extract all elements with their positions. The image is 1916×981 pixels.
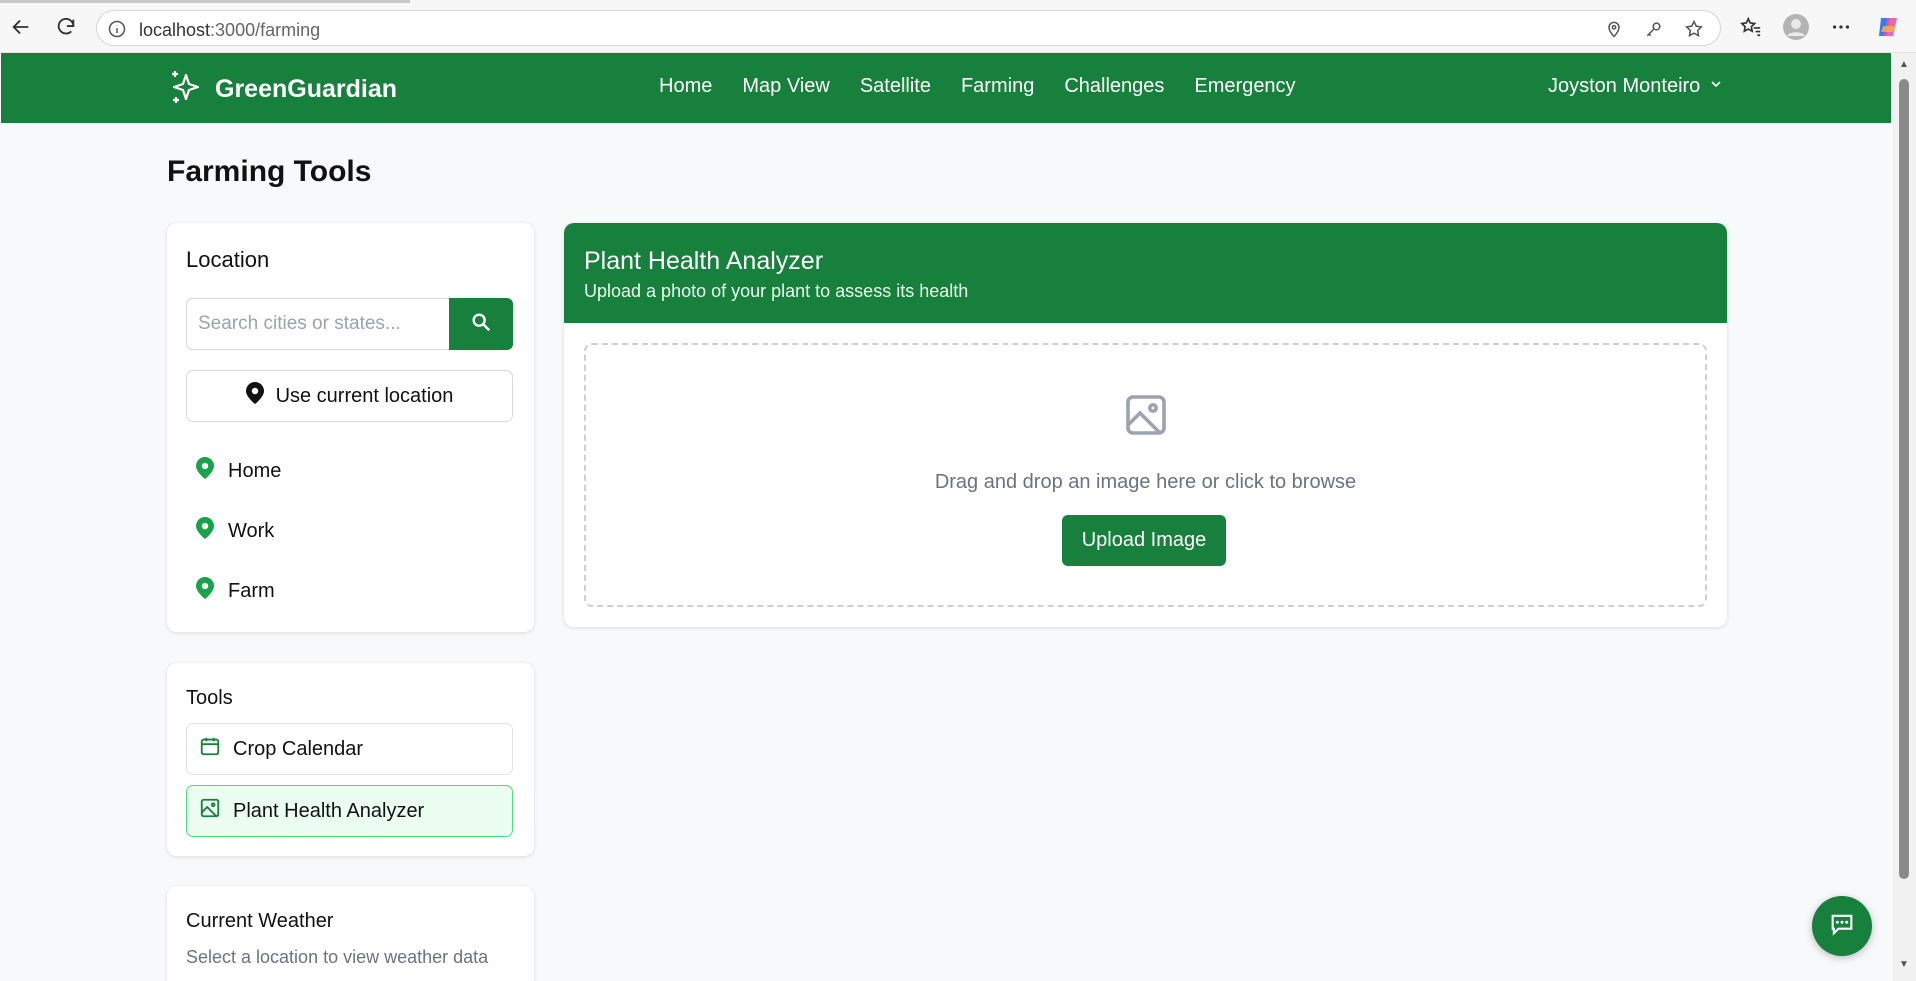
location-pin-icon[interactable] bbox=[1604, 19, 1624, 39]
more-options-icon[interactable] bbox=[1826, 12, 1856, 42]
location-search-input[interactable] bbox=[186, 298, 450, 350]
tools-heading: Tools bbox=[186, 687, 233, 709]
location-heading: Location bbox=[186, 247, 270, 272]
analyzer-subtitle: Upload a photo of your plant to assess i… bbox=[584, 281, 969, 301]
user-menu[interactable]: Joyston Monteiro bbox=[1548, 75, 1724, 98]
page-title: Farming Tools bbox=[167, 155, 372, 188]
map-pin-icon bbox=[196, 517, 214, 545]
chevron-down-icon bbox=[1708, 75, 1724, 98]
chat-button[interactable] bbox=[1812, 896, 1872, 956]
copilot-icon[interactable] bbox=[1873, 12, 1903, 42]
nav-emergency[interactable]: Emergency bbox=[1194, 75, 1295, 98]
plant-health-analyzer-panel: Plant Health Analyzer Upload a photo of … bbox=[564, 223, 1727, 627]
image-placeholder-icon bbox=[1122, 391, 1170, 444]
back-icon[interactable] bbox=[6, 12, 36, 42]
main-nav: Home Map View Satellite Farming Challeng… bbox=[659, 75, 1326, 98]
nav-satellite[interactable]: Satellite bbox=[860, 75, 931, 98]
brand-logo[interactable]: GreenGuardian bbox=[169, 69, 397, 110]
favorites-icon[interactable] bbox=[1736, 12, 1766, 42]
scroll-up-icon[interactable]: ▲ bbox=[1898, 59, 1910, 71]
map-pin-icon bbox=[245, 382, 264, 410]
tools-card: Tools Crop Calendar Plant Health Analyze… bbox=[167, 663, 534, 856]
saved-location-home[interactable]: Home bbox=[196, 457, 281, 485]
chat-icon bbox=[1828, 910, 1856, 943]
weather-heading: Current Weather bbox=[186, 910, 334, 932]
nav-challenges[interactable]: Challenges bbox=[1064, 75, 1164, 98]
image-icon bbox=[199, 797, 221, 825]
map-pin-icon bbox=[196, 577, 214, 605]
nav-map-view[interactable]: Map View bbox=[742, 75, 829, 98]
weather-message: Select a location to view weather data bbox=[186, 947, 489, 967]
calendar-icon bbox=[199, 735, 221, 763]
upload-image-button[interactable]: Upload Image bbox=[1062, 515, 1226, 566]
saved-location-work[interactable]: Work bbox=[196, 517, 274, 545]
page-scrollbar[interactable]: ▲ ▼ bbox=[1893, 53, 1916, 981]
app-header: GreenGuardian Home Map View Satellite Fa… bbox=[1, 53, 1891, 123]
weather-card: Current Weather Select a location to vie… bbox=[167, 886, 534, 981]
saved-location-label: Work bbox=[228, 519, 275, 542]
saved-location-label: Farm bbox=[228, 579, 275, 602]
image-dropzone[interactable]: Drag and drop an image here or click to … bbox=[584, 343, 1707, 607]
location-card: Location Use current location Home Work … bbox=[167, 223, 534, 632]
reload-icon[interactable] bbox=[51, 12, 81, 42]
brand-name: GreenGuardian bbox=[215, 75, 397, 103]
use-current-location-label: Use current location bbox=[275, 384, 454, 407]
location-search bbox=[186, 298, 513, 350]
use-current-location-button[interactable]: Use current location bbox=[186, 370, 513, 422]
address-bar[interactable]: localhost:3000/farming bbox=[96, 10, 1721, 46]
key-icon[interactable] bbox=[1644, 19, 1664, 39]
map-pin-icon bbox=[196, 457, 214, 485]
scroll-thumb[interactable] bbox=[1899, 79, 1909, 879]
nav-home[interactable]: Home bbox=[659, 75, 712, 98]
tool-label: Crop Calendar bbox=[233, 737, 364, 760]
profile-avatar-icon[interactable] bbox=[1781, 12, 1811, 42]
site-info-icon[interactable] bbox=[107, 19, 127, 39]
saved-location-label: Home bbox=[228, 459, 282, 482]
tool-crop-calendar[interactable]: Crop Calendar bbox=[186, 723, 513, 775]
favorite-star-icon[interactable] bbox=[1684, 19, 1704, 39]
nav-farming[interactable]: Farming bbox=[961, 75, 1034, 98]
url-text: localhost:3000/farming bbox=[139, 20, 321, 40]
scroll-down-icon[interactable]: ▼ bbox=[1898, 959, 1910, 971]
browser-toolbar: localhost:3000/farming bbox=[0, 0, 1916, 53]
user-name: Joyston Monteiro bbox=[1548, 75, 1701, 97]
tool-plant-health-analyzer[interactable]: Plant Health Analyzer bbox=[186, 785, 513, 837]
dropzone-text: Drag and drop an image here or click to … bbox=[934, 471, 1357, 493]
analyzer-header: Plant Health Analyzer Upload a photo of … bbox=[564, 223, 1727, 323]
analyzer-title: Plant Health Analyzer bbox=[584, 247, 824, 275]
search-icon bbox=[470, 311, 492, 338]
tool-label: Plant Health Analyzer bbox=[233, 799, 425, 822]
tab-strip-edge bbox=[0, 0, 410, 3]
sparkle-icon bbox=[169, 69, 203, 110]
search-button[interactable] bbox=[449, 298, 513, 350]
saved-location-farm[interactable]: Farm bbox=[196, 577, 275, 605]
